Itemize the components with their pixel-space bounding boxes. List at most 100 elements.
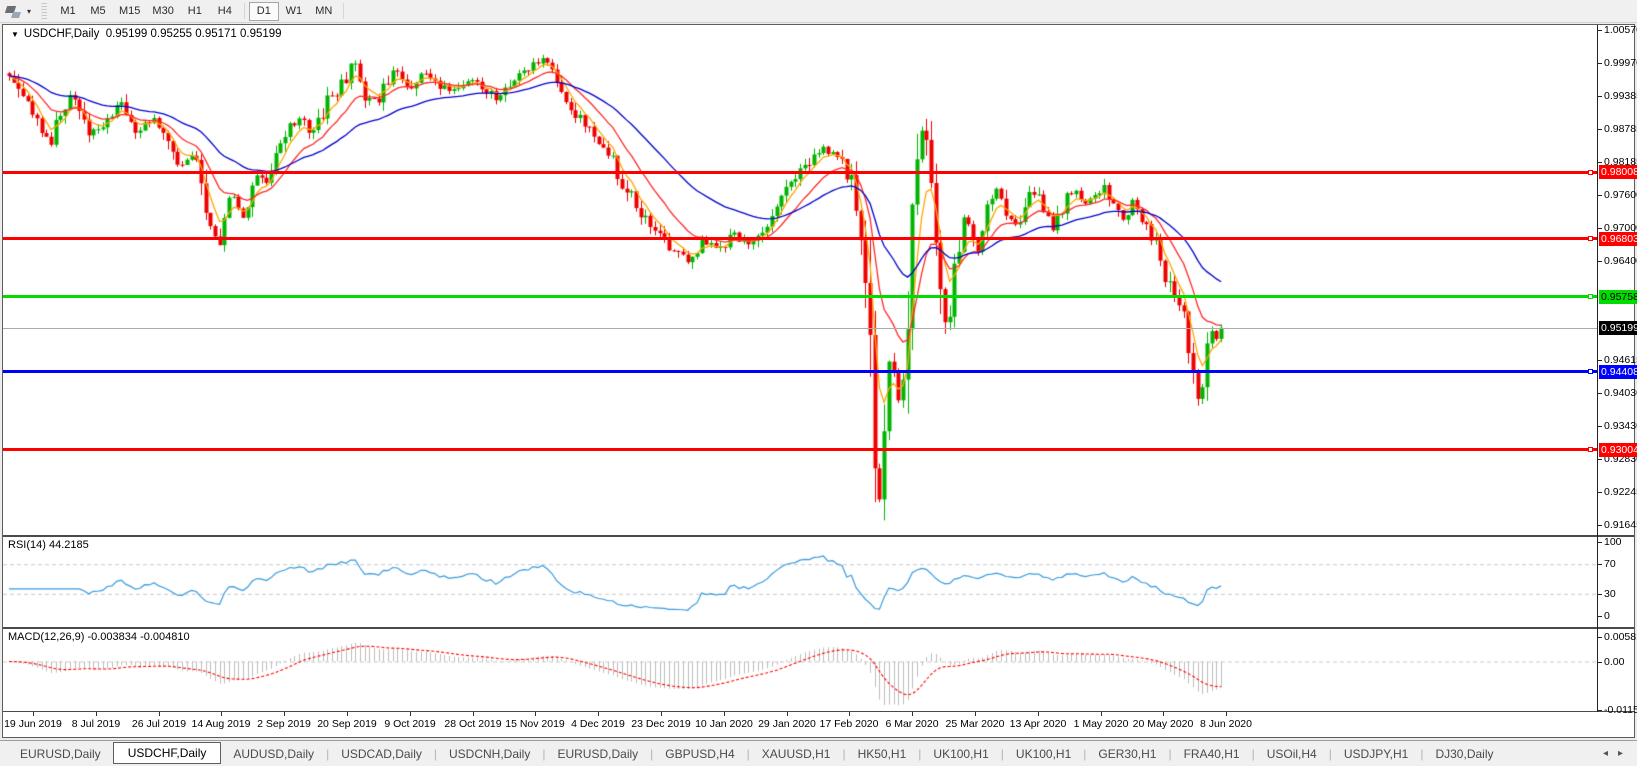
price-axis-label: 0.99385 [1604,90,1637,102]
chart-tab-dj30-daily[interactable]: DJ30,Daily [1423,744,1505,764]
level-price-badge: 0.95758 [1599,290,1637,304]
date-axis-label: 29 Jan 2020 [758,718,816,730]
price-axis-tick [1597,393,1602,394]
chart-tab-usoil-h4[interactable]: USOil,H4 [1255,744,1329,764]
price-axis-tick [1597,525,1602,526]
date-axis-tick [1101,712,1102,716]
level-line[interactable] [3,237,1597,240]
rsi-indicator-canvas[interactable] [3,537,1597,627]
chart-tab-xauusd-h1[interactable]: XAUUSD,H1 [750,744,843,764]
rsi-axis-label: 100 [1604,536,1622,548]
date-axis-label: 10 Jan 2020 [695,718,753,730]
tab-scroll-left-icon[interactable]: ◂ [1603,748,1608,759]
chart-menu-caret-icon[interactable]: ▼ [11,30,19,39]
chart-tools-icon[interactable] [5,4,25,19]
timeframe-button-d1[interactable]: D1 [249,2,279,21]
level-price-badge: 0.94408 [1599,365,1637,379]
pane-separator[interactable] [3,535,1634,537]
chart-tab-uk100-h1[interactable]: UK100,H1 [1004,744,1083,764]
level-line-handle[interactable] [1588,170,1593,175]
macd-axis-label: 0.005818 [1604,631,1637,643]
price-axis-tick [1597,63,1602,64]
level-line[interactable] [3,448,1597,451]
level-line-handle[interactable] [1588,369,1593,374]
price-axis-tick [1597,459,1602,460]
chart-tab-eurusd-daily[interactable]: EURUSD,Daily [545,744,650,764]
timeframe-button-m15[interactable]: M15 [113,2,146,21]
pane-separator[interactable] [3,627,1634,629]
chart-tab-hk50-h1[interactable]: HK50,H1 [846,744,919,764]
timeframe-toolbar: ▾ M1M5M15M30H1H4 D1W1MN [0,0,1637,23]
level-price-badge: 0.96803 [1599,232,1637,246]
chart-window: ▼USDCHF,Daily 0.95199 0.95255 0.95171 0.… [2,24,1635,738]
toolbar-separator [343,3,344,19]
date-axis-tick [284,712,285,716]
date-axis-tick [33,712,34,716]
date-axis-tick [849,712,850,716]
price-axis-label: 1.00570 [1604,24,1637,36]
timeframe-button-m30[interactable]: M30 [146,2,179,21]
chart-ohlc-values: 0.95199 0.95255 0.95171 0.95199 [106,28,282,40]
price-axis-tick [1597,30,1602,31]
price-axis-label: 0.92245 [1604,486,1637,498]
price-axis-tick [1597,129,1602,130]
macd-indicator-canvas[interactable] [3,629,1597,711]
chart-tab-gbpusd-h4[interactable]: GBPUSD,H4 [653,744,746,764]
level-line[interactable] [3,295,1597,298]
date-axis-label: 2 Sep 2019 [257,718,311,730]
chart-tab-audusd-daily[interactable]: AUDUSD,Daily [221,744,326,764]
timeframe-button-h1[interactable]: H1 [180,2,210,21]
level-line[interactable] [3,370,1597,373]
toolbar-drag-handle[interactable] [41,3,47,20]
chart-tab-fra40-h1[interactable]: FRA40,H1 [1172,744,1252,764]
price-axis-label: 0.96400 [1604,255,1637,267]
chart-tab-usdcad-daily[interactable]: USDCAD,Daily [329,744,434,764]
price-axis-label: 0.97600 [1604,189,1637,201]
price-axis-tick [1597,228,1602,229]
timeframe-button-w1[interactable]: W1 [279,2,309,21]
rsi-axis-label: 70 [1604,558,1616,570]
timeframe-button-m1[interactable]: M1 [53,2,83,21]
rsi-axis-tick [1597,564,1602,565]
macd-axis-tick [1597,662,1602,663]
chart-tab-uk100-h1[interactable]: UK100,H1 [921,744,1000,764]
toolbar-separator [244,3,245,19]
date-axis-tick [724,712,725,716]
price-axis-label: 0.99970 [1604,57,1637,69]
price-axis-tick [1597,261,1602,262]
level-line-handle[interactable] [1588,447,1593,452]
chart-tab-usdcnh-daily[interactable]: USDCNH,Daily [437,744,542,764]
chart-tab-usdchf-daily[interactable]: USDCHF,Daily [113,742,222,764]
date-axis-tick [535,712,536,716]
date-axis-label: 20 May 2020 [1133,718,1194,730]
tab-scroll-right-icon[interactable]: ▸ [1618,748,1623,759]
level-line-handle[interactable] [1588,236,1593,241]
date-axis-tick [912,712,913,716]
level-line[interactable] [3,171,1597,174]
chart-title: ▼USDCHF,Daily 0.95199 0.95255 0.95171 0.… [11,28,282,40]
level-price-badge: 0.93004 [1599,443,1637,457]
chevron-down-icon[interactable]: ▾ [27,7,31,16]
date-axis-tick [221,712,222,716]
timeframe-button-h4[interactable]: H4 [210,2,240,21]
timeframe-button-m5[interactable]: M5 [83,2,113,21]
date-axis-label: 1 May 2020 [1074,718,1129,730]
level-price-badge: 0.98008 [1599,165,1637,179]
date-axis-label: 14 Aug 2019 [192,718,251,730]
timeframe-button-mn[interactable]: MN [309,2,339,21]
price-axis-tick [1597,96,1602,97]
date-axis-tick [96,712,97,716]
chart-tab-usdjpy-h1[interactable]: USDJPY,H1 [1332,744,1420,764]
price-axis-tick [1597,492,1602,493]
date-axis-tick [975,712,976,716]
main-chart-canvas[interactable] [3,25,1597,535]
rsi-axis-tick [1597,542,1602,543]
date-axis[interactable]: 19 Jun 20198 Jul 201926 Jul 201914 Aug 2… [3,712,1634,737]
chart-tab-eurusd-daily[interactable]: EURUSD,Daily [8,744,113,764]
chart-tab-ger30-h1[interactable]: GER30,H1 [1086,744,1168,764]
date-axis-label: 19 Jun 2019 [4,718,62,730]
rsi-axis-label: 0 [1604,610,1610,622]
price-axis-label: 0.98785 [1604,123,1637,135]
level-line-handle[interactable] [1588,294,1593,299]
date-axis-tick [1226,712,1227,716]
